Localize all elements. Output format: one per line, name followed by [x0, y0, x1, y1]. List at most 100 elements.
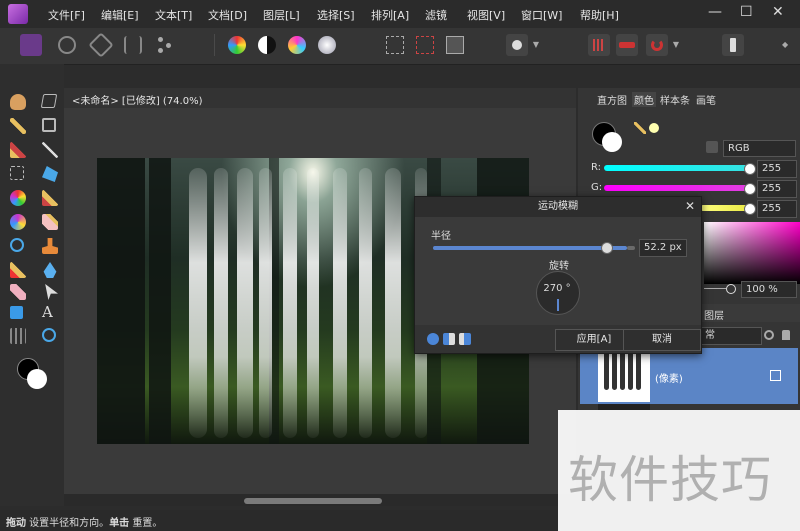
rectangle-tool-icon[interactable] — [10, 306, 23, 319]
toolbar-overflow-icon[interactable]: ◆ — [782, 40, 788, 49]
radius-value-field[interactable]: 52.2 px — [639, 239, 687, 257]
opacity-field[interactable]: 100 % — [741, 281, 797, 298]
horizontal-scroll-thumb[interactable] — [244, 498, 382, 504]
marquee-select-icon[interactable] — [386, 36, 404, 54]
apply-button[interactable]: 应用[A] — [555, 329, 633, 351]
blur-streak — [385, 168, 401, 438]
layer-lock-icon[interactable] — [782, 330, 790, 340]
rectangular-marquee-tool-icon[interactable] — [10, 166, 24, 180]
share-icon[interactable] — [154, 34, 176, 56]
red-channel-knob[interactable] — [744, 163, 756, 175]
crop-tool-icon[interactable] — [42, 118, 56, 132]
erase-brush-tool-icon[interactable] — [42, 214, 58, 230]
green-channel-value[interactable]: 255 — [757, 180, 797, 198]
green-channel-slider[interactable] — [604, 185, 752, 191]
magic-wand-tool-icon[interactable] — [42, 142, 58, 158]
green-channel-knob[interactable] — [744, 183, 756, 195]
lock-icon[interactable] — [706, 141, 718, 153]
red-channel-value[interactable]: 255 — [757, 160, 797, 178]
blue-channel-value[interactable]: 255 — [757, 200, 797, 218]
zoom-tool-icon[interactable] — [42, 328, 56, 342]
magnet-snapping-icon[interactable] — [646, 34, 668, 56]
status-action-drag: 拖动 — [6, 518, 26, 529]
paint-brush-tool-icon[interactable] — [42, 190, 58, 206]
thumb-streak — [604, 350, 609, 390]
opacity-slider[interactable] — [704, 288, 726, 289]
radius-slider-knob[interactable] — [601, 242, 613, 254]
menu-layer[interactable]: 图层[L] — [263, 7, 300, 23]
menu-arrange[interactable]: 排列[A] — [371, 7, 409, 23]
layer-visibility-checkbox[interactable] — [770, 370, 781, 381]
preview-mode-split-icon[interactable] — [443, 333, 455, 345]
auto-white-balance-icon[interactable] — [318, 36, 336, 54]
dodge-tool-icon[interactable] — [10, 238, 24, 252]
snapping-grid-icon[interactable] — [588, 34, 610, 56]
preview-mode-full-icon[interactable] — [427, 333, 439, 345]
tab-brushes[interactable]: 画笔 — [696, 92, 716, 107]
opacity-knob[interactable] — [726, 284, 736, 294]
deselect-icon[interactable] — [416, 36, 434, 54]
menu-filters[interactable]: 滤镜 — [425, 7, 447, 23]
assistant-icon[interactable] — [722, 34, 744, 56]
menu-document[interactable]: 文档[D] — [208, 7, 247, 23]
menu-edit[interactable]: 编辑[E] — [101, 7, 139, 23]
tab-histogram[interactable]: 直方图 — [597, 92, 627, 107]
menu-select[interactable]: 选择[S] — [317, 7, 355, 23]
status-hint-drag: 设置半径和方向。 — [26, 518, 110, 529]
minimize-button[interactable]: — — [708, 4, 722, 20]
blemish-removal-tool-icon[interactable] — [10, 262, 26, 278]
eyedropper-icon[interactable] — [634, 122, 646, 134]
text-tool-icon[interactable]: A — [42, 303, 53, 321]
radius-slider-fill[interactable] — [433, 246, 627, 250]
selection-brush-tool-icon[interactable] — [10, 142, 26, 158]
liquify-persona-icon[interactable] — [58, 36, 76, 54]
color-replacement-tool-icon[interactable] — [10, 214, 26, 230]
panel-background-swatch[interactable] — [602, 132, 622, 152]
menu-window[interactable]: 窗口[W] — [521, 7, 562, 23]
tab-color[interactable]: 颜色 — [632, 92, 656, 107]
tone-mapping-persona-icon[interactable] — [124, 36, 142, 54]
red-channel-label: R: — [591, 162, 602, 173]
radius-slider-track[interactable] — [627, 246, 635, 250]
blur-streak — [333, 168, 347, 438]
sampled-color-swatch[interactable] — [649, 123, 659, 133]
photo-persona-icon[interactable] — [20, 34, 42, 56]
dialog-title: 运动模糊 — [415, 197, 701, 217]
mesh-warp-tool-icon[interactable] — [10, 328, 26, 344]
quick-mask-dropdown-icon[interactable]: ▼ — [530, 34, 542, 56]
menu-view[interactable]: 视图[V] — [467, 7, 505, 23]
red-eye-tool-icon[interactable] — [10, 284, 26, 300]
color-picker-gradient[interactable] — [704, 222, 800, 284]
image-trunk — [97, 158, 145, 444]
gradient-tool-icon[interactable] — [10, 190, 26, 206]
view-hand-tool-icon[interactable] — [10, 94, 26, 110]
thumb-streak — [636, 350, 641, 390]
auto-levels-icon[interactable] — [228, 36, 246, 54]
menu-text[interactable]: 文本[T] — [155, 7, 192, 23]
cancel-button[interactable]: 取消 — [623, 329, 701, 351]
blend-mode-select[interactable]: 常 — [700, 327, 762, 345]
dialog-close-icon[interactable]: ✕ — [685, 199, 695, 213]
auto-colors-icon[interactable] — [288, 36, 306, 54]
tab-swatches[interactable]: 样本条 — [660, 92, 690, 107]
invert-selection-icon[interactable] — [446, 36, 464, 54]
preview-mode-mirror-icon[interactable] — [459, 333, 471, 345]
blue-channel-knob[interactable] — [744, 203, 756, 215]
tab-layers[interactable]: 图层 — [704, 307, 724, 322]
status-action-click: 单击 — [109, 518, 130, 529]
quick-mask-icon[interactable] — [506, 34, 528, 56]
maximize-button[interactable]: ☐ — [740, 4, 753, 20]
color-picker-tool-icon[interactable] — [10, 118, 26, 134]
menu-help[interactable]: 帮助[H] — [580, 7, 619, 23]
snapping-toggle-icon[interactable] — [616, 34, 638, 56]
menu-file[interactable]: 文件[F] — [48, 7, 85, 23]
blur-streak — [259, 168, 272, 438]
background-color-swatch[interactable] — [27, 369, 47, 389]
red-channel-slider[interactable] — [604, 165, 752, 171]
color-model-select[interactable]: RGB — [723, 140, 796, 157]
close-window-button[interactable]: ✕ — [772, 4, 784, 20]
auto-contrast-icon[interactable] — [258, 36, 276, 54]
move-tool-icon[interactable] — [40, 94, 58, 108]
snapping-dropdown-icon[interactable]: ▼ — [670, 34, 682, 56]
layer-settings-gear-icon[interactable] — [764, 330, 774, 340]
